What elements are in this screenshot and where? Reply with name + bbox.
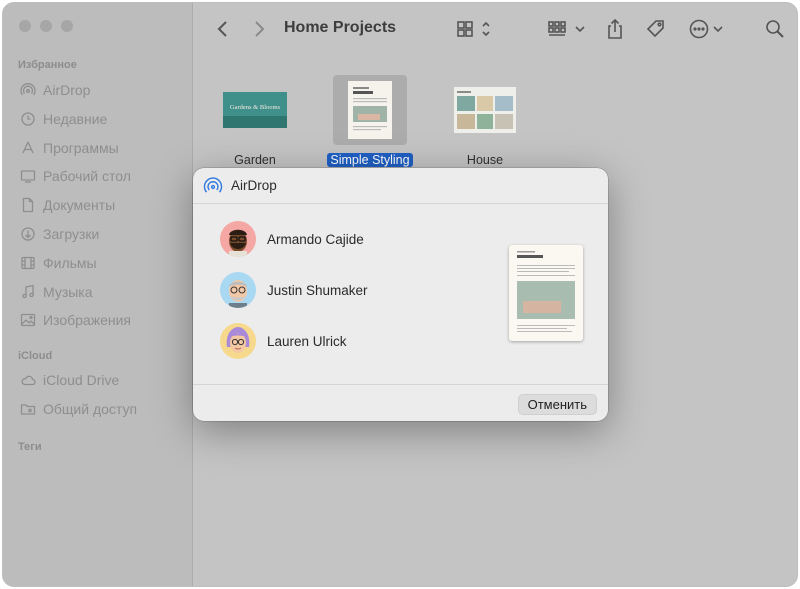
memoji-avatar-icon (226, 327, 250, 353)
sidebar-item-label: Недавние (43, 111, 108, 127)
desktop-icon (18, 168, 38, 184)
sidebar-item-recents[interactable]: Недавние (18, 108, 107, 130)
cloud-icon (18, 372, 38, 388)
garden-file-thumbnail: Gardens & Blooms (223, 92, 287, 128)
sidebar-item-label: Рабочий стол (43, 168, 131, 184)
zoom-window-button[interactable] (61, 20, 73, 32)
sidebar-item-applications[interactable]: Программы (18, 137, 119, 159)
sidebar-item-label: Документы (43, 197, 116, 213)
sidebar-item-pictures[interactable]: Изображения (18, 309, 131, 331)
dialog-header: AirDrop (193, 168, 608, 204)
favorites-header: Избранное (18, 59, 77, 71)
sidebar-item-movies[interactable]: Фильмы (18, 252, 97, 274)
file-name: Garden (234, 153, 276, 167)
sidebar-item-label: Программы (43, 140, 119, 156)
share-icon (608, 18, 622, 39)
back-button[interactable] (214, 17, 232, 41)
view-mode-button[interactable] (456, 17, 494, 41)
download-icon (18, 226, 38, 242)
toolbar: Home Projects (194, 3, 797, 55)
sidebar-item-downloads[interactable]: Загрузки (18, 223, 99, 245)
ellipsis-circle-icon (689, 19, 723, 39)
group-grid-icon (548, 21, 585, 36)
chevron-left-icon (217, 21, 227, 37)
sidebar: Избранное AirDrop Недавние Программы Раб… (3, 3, 193, 586)
sidebar-item-label: Изображения (43, 312, 131, 328)
shared-folder-icon (18, 401, 38, 417)
recipient-name: Lauren Ulrick (267, 333, 347, 349)
film-icon (18, 255, 38, 271)
house-file-thumbnail (454, 87, 516, 133)
sidebar-item-label: Фильмы (43, 255, 97, 271)
forward-button[interactable] (250, 17, 268, 41)
close-window-button[interactable] (19, 20, 31, 32)
document-icon (18, 197, 38, 213)
airdrop-icon (203, 176, 223, 193)
sidebar-item-shared[interactable]: Общий доступ (18, 398, 137, 420)
tags-header: Теги (18, 441, 42, 453)
dialog-title: AirDrop (231, 178, 277, 193)
tag-button[interactable] (644, 17, 668, 41)
window-controls (19, 20, 73, 32)
tag-icon (646, 20, 664, 38)
avatar (220, 323, 256, 359)
airdrop-recipient[interactable]: Lauren Ulrick (220, 322, 347, 360)
sidebar-item-icloud-drive[interactable]: iCloud Drive (18, 369, 119, 391)
memoji-avatar-icon (229, 280, 247, 308)
selection-highlight (333, 75, 407, 145)
sidebar-item-label: Музыка (43, 284, 93, 300)
document-preview-icon (517, 251, 575, 332)
sidebar-item-label: iCloud Drive (43, 372, 120, 388)
avatar (220, 272, 256, 308)
airdrop-icon (18, 82, 38, 98)
recipient-name: Justin Shumaker (267, 282, 368, 298)
avatar (220, 221, 256, 257)
group-button[interactable] (546, 17, 586, 41)
dialog-footer: Отменить (193, 384, 608, 421)
file-name: House (466, 153, 504, 167)
sidebar-item-music[interactable]: Музыка (18, 281, 93, 303)
music-icon (18, 284, 38, 300)
search-icon (766, 20, 784, 38)
memoji-avatar-icon (229, 229, 247, 257)
more-actions-button[interactable] (688, 17, 726, 41)
file-item[interactable]: House (430, 75, 540, 169)
sidebar-item-label: Загрузки (43, 226, 100, 242)
sidebar-item-airdrop[interactable]: AirDrop (18, 79, 90, 101)
airdrop-recipient[interactable]: Justin Shumaker (220, 271, 368, 309)
cancel-button[interactable]: Отменить (517, 394, 597, 415)
airdrop-recipient[interactable]: Armando Cajide (220, 220, 364, 258)
minimize-window-button[interactable] (40, 20, 52, 32)
sidebar-item-documents[interactable]: Документы (18, 194, 115, 216)
photo-icon (18, 312, 38, 328)
file-name: Simple Styling (327, 153, 413, 167)
garden-thumb-title: Gardens & Blooms (230, 104, 281, 111)
simple-styling-file-thumbnail (348, 81, 392, 139)
window-title: Home Projects (284, 19, 397, 36)
apps-icon (18, 140, 38, 156)
file-item[interactable]: Gardens & Blooms Garden (200, 75, 310, 169)
shared-file-preview (509, 245, 583, 341)
share-button[interactable] (604, 17, 626, 41)
sidebar-item-desktop[interactable]: Рабочий стол (18, 165, 131, 187)
sidebar-item-label: AirDrop (43, 82, 91, 98)
airdrop-dialog: AirDrop Armando Cajide Justin Shumaker L… (193, 168, 608, 421)
search-button[interactable] (764, 17, 786, 41)
icloud-header: iCloud (18, 350, 53, 362)
chevron-right-icon (255, 21, 265, 37)
grid-view-icon (457, 21, 490, 37)
clock-icon (18, 111, 38, 127)
file-item-selected[interactable]: Simple Styling (315, 75, 425, 169)
recipient-name: Armando Cajide (267, 231, 364, 247)
sidebar-item-label: Общий доступ (43, 401, 138, 417)
